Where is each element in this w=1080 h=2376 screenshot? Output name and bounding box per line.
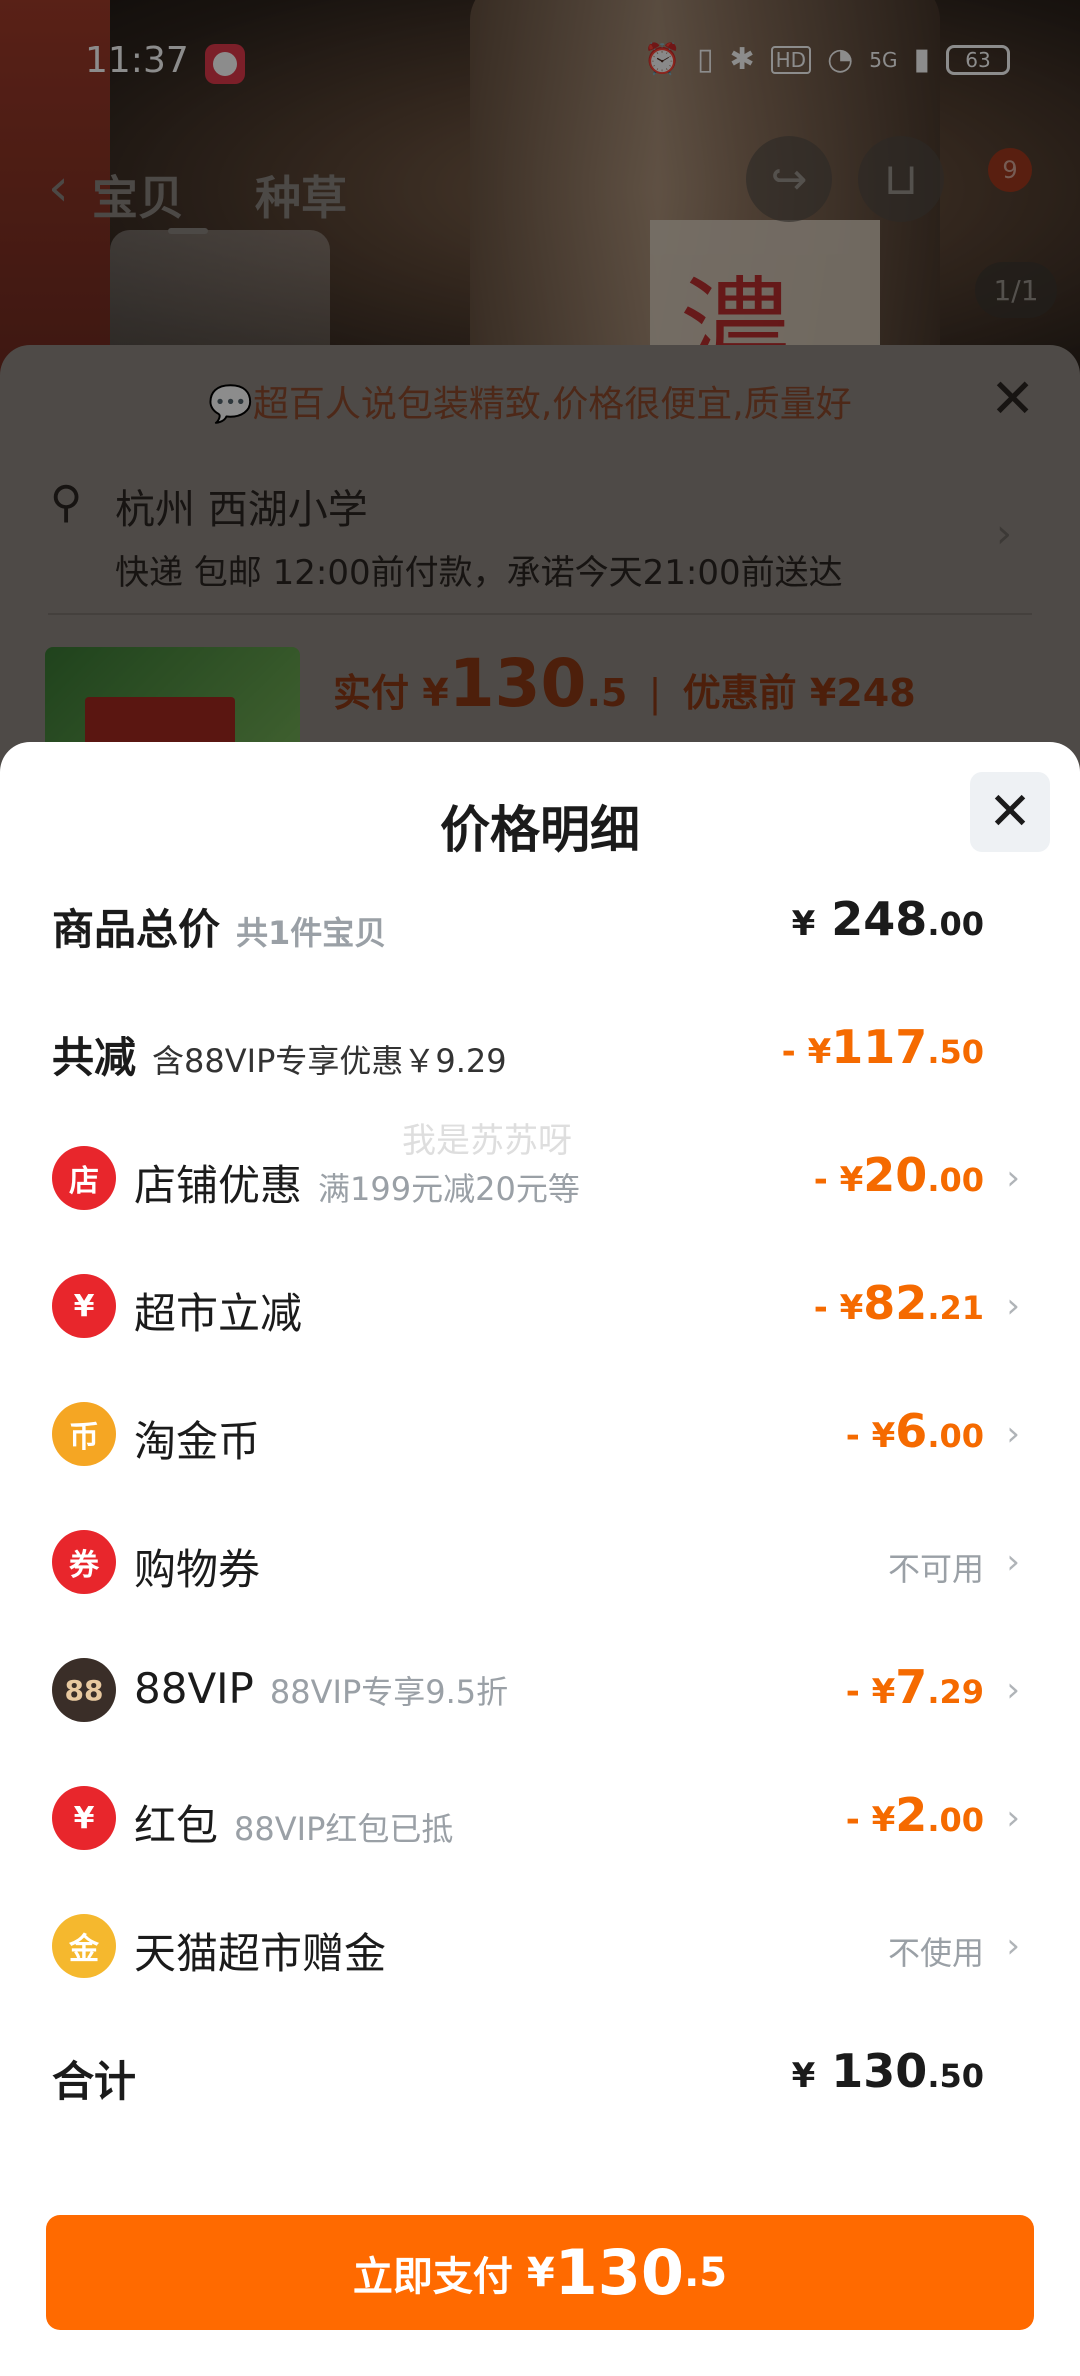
discount-amount: - ¥7.29 <box>845 1660 984 1714</box>
reduce-label: 共减 含88VIP专享优惠￥9.29 <box>52 1033 507 1082</box>
discount-row-coin[interactable]: 币 淘金币 - ¥6.00 › <box>52 1394 1020 1474</box>
total-row: 商品总价 共1件宝贝 ¥ 248.00 <box>52 882 1020 962</box>
discount-amount: - ¥82.21 <box>813 1276 984 1330</box>
pay-button-currency: ¥ <box>526 2249 555 2296</box>
discount-label: 88VIP 88VIP专享9.5折 <box>134 1664 509 1713</box>
pay-button-int: 130 <box>554 2236 685 2309</box>
close-button[interactable]: ✕ <box>970 772 1050 852</box>
pay-button-dec: .5 <box>684 2249 728 2296</box>
discount-amount: - ¥6.00 <box>845 1404 984 1458</box>
coupon-icon: 券 <box>52 1530 116 1594</box>
price-detail-sheet: 价格明细 ✕ 商品总价 共1件宝贝 ¥ 248.00 共减 含88VIP专享优惠￥9… <box>0 742 1080 2376</box>
discount-label: 淘金币 <box>134 1417 261 1466</box>
total-sub: 共1件宝贝 <box>236 914 387 952</box>
sum-row: 合计 ¥ 130.50 <box>52 2034 1020 2114</box>
discount-amount: - ¥2.00 <box>845 1788 984 1842</box>
shop-icon: 店 <box>52 1146 116 1210</box>
chevron-right-icon: › <box>1006 1158 1020 1198</box>
pay-now-button[interactable]: 立即支付 ¥ 130.5 <box>46 2215 1034 2330</box>
discount-status: 不使用 <box>887 1934 984 1972</box>
total-amount: ¥ 248.00 <box>791 892 984 946</box>
red-envelope-icon: ¥ <box>52 1786 116 1850</box>
gift-icon: 金 <box>52 1914 116 1978</box>
reduce-sub: 含88VIP专享优惠￥9.29 <box>152 1042 507 1080</box>
discount-row-coupon[interactable]: 券 购物券 不可用 › <box>52 1522 1020 1602</box>
sheet-title: 价格明细 <box>440 801 640 859</box>
discount-label: 红包 88VIP红包已抵 <box>134 1801 454 1850</box>
chevron-right-icon: › <box>1006 1286 1020 1326</box>
close-icon: ✕ <box>988 782 1032 842</box>
chevron-right-icon: › <box>1006 1542 1020 1582</box>
sum-label: 合计 <box>52 2057 137 2106</box>
discount-amount: - ¥20.00 <box>813 1148 984 1202</box>
discount-row-supermarket[interactable]: ¥ 超市立减 - ¥82.21 › <box>52 1266 1020 1346</box>
vip-icon: 88 <box>52 1658 116 1722</box>
chevron-right-icon: › <box>1006 1926 1020 1966</box>
yuan-icon: ¥ <box>52 1274 116 1338</box>
chevron-right-icon: › <box>1006 1798 1020 1838</box>
pay-button-label: 立即支付 <box>352 2253 513 2300</box>
discount-label: 购物券 <box>134 1545 261 1594</box>
sum-amount: ¥ 130.50 <box>791 2044 984 2098</box>
chevron-right-icon: › <box>1006 1670 1020 1710</box>
coin-icon: 币 <box>52 1402 116 1466</box>
discount-label: 超市立减 <box>134 1289 303 1338</box>
discount-row-red-envelope[interactable]: ¥ 红包 88VIP红包已抵 - ¥2.00 › <box>52 1778 1020 1858</box>
discount-label: 天猫超市赠金 <box>134 1929 387 1978</box>
watermark: 我是苏苏呀 <box>402 1121 572 1161</box>
discount-row-gift[interactable]: 金 天猫超市赠金 不使用 › <box>52 1906 1020 1986</box>
discount-row-vip[interactable]: 88 88VIP 88VIP专享9.5折 - ¥7.29 › <box>52 1650 1020 1730</box>
reduce-row: 共减 含88VIP专享优惠￥9.29 - ¥117.50 <box>52 1010 1020 1090</box>
total-label: 商品总价 共1件宝贝 <box>52 905 387 954</box>
discount-status: 不可用 <box>887 1550 984 1588</box>
reduce-amount: - ¥117.50 <box>781 1020 984 1074</box>
chevron-right-icon: › <box>1006 1414 1020 1454</box>
